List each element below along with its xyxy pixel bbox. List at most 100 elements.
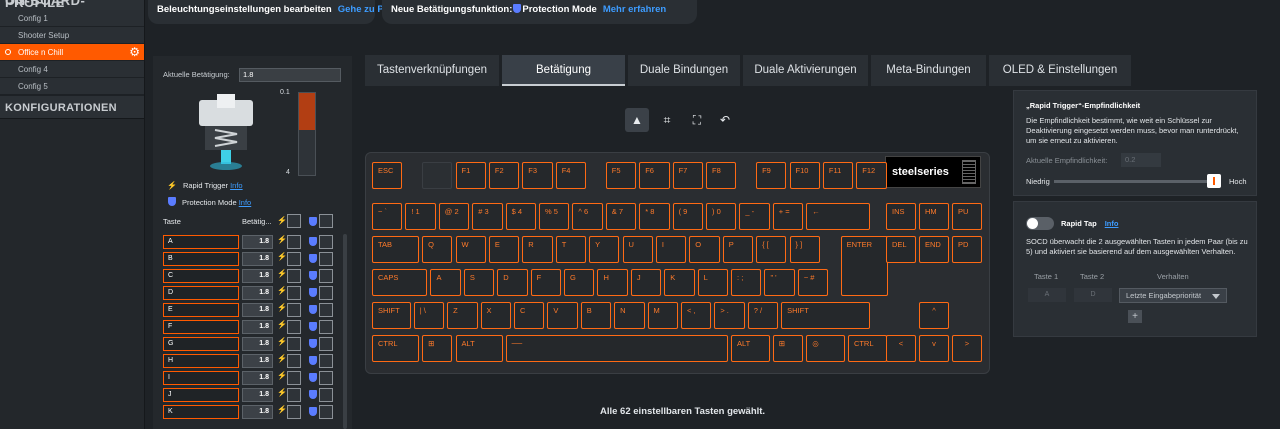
keyboard-key[interactable]: F12 <box>856 162 887 189</box>
keyboard-key[interactable]: CAPS <box>372 269 428 296</box>
nav-key[interactable]: INS <box>886 203 916 230</box>
keyboard-key[interactable]: G <box>564 269 595 296</box>
config-item[interactable]: Config 4 <box>0 61 144 78</box>
keyboard-key[interactable]: } ] <box>789 236 820 263</box>
rapid-trigger-checkbox[interactable] <box>287 371 301 385</box>
keyboard-key[interactable]: * 8 <box>639 203 670 230</box>
protection-checkbox[interactable] <box>319 235 333 249</box>
sensitivity-slider-handle[interactable] <box>1207 174 1221 188</box>
keyboard-key[interactable]: TAB <box>372 236 420 263</box>
nav-key[interactable]: PU <box>952 203 982 230</box>
keyboard-key[interactable]: F7 <box>672 162 703 189</box>
keyboard-key[interactable]: F5 <box>605 162 637 189</box>
keyboard-key[interactable]: _ - <box>739 203 770 230</box>
keyboard-key[interactable]: F2 <box>488 162 520 189</box>
rapid-trigger-checkbox[interactable] <box>287 405 301 419</box>
keyboard-key[interactable]: B <box>580 302 612 329</box>
rapid-tap-info-link[interactable]: Info <box>1105 219 1119 228</box>
keyboard-key[interactable]: Y <box>589 236 620 263</box>
keyboard-key[interactable]: # 3 <box>472 203 503 230</box>
keyboard-key[interactable]: K <box>664 269 695 296</box>
keyboard-key[interactable]: ◎ <box>806 335 845 362</box>
expand-selection-button[interactable]: ⛶ <box>685 108 709 132</box>
keyboard-key[interactable]: { [ <box>756 236 787 263</box>
keyboard-key[interactable]: ( 9 <box>672 203 703 230</box>
config-item[interactable]: Config 1 <box>0 10 144 27</box>
current-actuation-field[interactable]: 1.8 <box>239 68 341 82</box>
keyboard-key[interactable]: + = <box>772 203 804 230</box>
config-item[interactable]: Config 5 <box>0 78 144 95</box>
gear-icon[interactable]: ⚙ <box>129 45 140 60</box>
actuation-gauge[interactable] <box>298 92 316 176</box>
keyboard-key[interactable]: U <box>622 236 653 263</box>
keyboard-key[interactable]: T <box>555 236 587 263</box>
protection-checkbox[interactable] <box>319 320 333 334</box>
key2-field[interactable]: D <box>1074 288 1112 302</box>
nav-key[interactable]: END <box>919 236 949 263</box>
keyboard-key[interactable]: J <box>630 269 662 296</box>
keyboard-key[interactable]: ! 1 <box>405 203 436 230</box>
tab-item[interactable]: Meta-Bindungen <box>871 55 986 86</box>
rapid-trigger-checkbox[interactable] <box>287 252 301 266</box>
keyboard-key[interactable]: W <box>455 236 486 263</box>
protection-checkbox[interactable] <box>319 405 333 419</box>
keyboard-key[interactable]: < , <box>680 302 712 329</box>
rapid-trigger-checkbox[interactable] <box>287 354 301 368</box>
keyboard-key[interactable]: F4 <box>555 162 587 189</box>
box-select-tool-button[interactable]: ⌗ <box>655 108 679 132</box>
tab-item[interactable]: OLED & Einstellungen <box>989 55 1131 86</box>
keyboard-key[interactable]: D <box>497 269 528 296</box>
keyboard-key[interactable]: F11 <box>822 162 854 189</box>
arrow-key[interactable]: v <box>919 335 949 362</box>
nav-key[interactable]: PD <box>952 236 982 263</box>
keyboard-key[interactable]: A <box>430 269 461 296</box>
keyboard-key[interactable]: H <box>597 269 628 296</box>
key-list-scrollbar[interactable] <box>343 234 347 429</box>
keyboard-key[interactable]: CTRL <box>372 335 420 362</box>
keyboard-key[interactable]: F3 <box>522 162 553 189</box>
key-row[interactable]: K 1.8 ⚡ <box>163 404 343 421</box>
keyboard-key[interactable]: " ' <box>764 269 795 296</box>
rapid-trigger-info-link[interactable]: Info <box>230 181 243 190</box>
keyboard-key[interactable]: L <box>697 269 729 296</box>
undo-button[interactable]: ↶ <box>713 108 737 132</box>
protection-checkbox[interactable] <box>319 286 333 300</box>
keyboard-key[interactable]: I <box>655 236 687 263</box>
rapid-trigger-select-all-checkbox[interactable] <box>287 214 301 228</box>
rapid-tap-toggle[interactable] <box>1026 217 1054 230</box>
protection-select-all-checkbox[interactable] <box>319 214 333 228</box>
keyboard-key[interactable]: ~ ` <box>372 203 403 230</box>
rapid-trigger-checkbox[interactable] <box>287 337 301 351</box>
protection-checkbox[interactable] <box>319 388 333 402</box>
tab-item[interactable]: Betätigung <box>502 55 625 86</box>
learn-more-link[interactable]: Mehr erfahren <box>603 4 666 15</box>
keyboard-key[interactable]: P <box>722 236 754 263</box>
keyboard-key[interactable]: & 7 <box>605 203 637 230</box>
key-actuation-value[interactable]: 1.8 <box>242 269 273 283</box>
keyboard-key[interactable]: % 5 <box>539 203 570 230</box>
rapid-trigger-checkbox[interactable] <box>287 269 301 283</box>
enter-key[interactable]: ENTER <box>840 236 888 296</box>
key-row[interactable]: J 1.8 ⚡ <box>163 387 343 404</box>
protection-checkbox[interactable] <box>319 337 333 351</box>
select-tool-button[interactable]: ▲ <box>625 108 649 132</box>
key-row[interactable]: G 1.8 ⚡ <box>163 336 343 353</box>
key-row[interactable]: I 1.8 ⚡ <box>163 370 343 387</box>
keyboard-key[interactable]: ⊞ <box>422 335 453 362</box>
rapid-trigger-checkbox[interactable] <box>287 388 301 402</box>
keyboard-key[interactable]: > . <box>714 302 745 329</box>
sensitivity-slider-track[interactable] <box>1054 180 1214 183</box>
rapid-trigger-checkbox[interactable] <box>287 320 301 334</box>
current-sensitivity-field[interactable]: 0.2 <box>1121 153 1161 167</box>
key-row[interactable]: C 1.8 ⚡ <box>163 268 343 285</box>
keyboard-key[interactable]: CTRL <box>847 335 887 362</box>
keyboard-key[interactable]: ) 0 <box>706 203 737 230</box>
keyboard-key[interactable]: F <box>530 269 562 296</box>
keyboard-key[interactable]: E <box>488 236 520 263</box>
keyboard-key[interactable]: | \ <box>413 302 445 329</box>
keyboard-key[interactable]: Z <box>447 302 478 329</box>
keyboard-key[interactable]: ^ 6 <box>572 203 603 230</box>
behavior-select[interactable]: Letzte Eingabepriorität <box>1119 288 1227 303</box>
nav-key[interactable]: HM <box>919 203 949 230</box>
keyboard-key[interactable]: @ 2 <box>438 203 470 230</box>
